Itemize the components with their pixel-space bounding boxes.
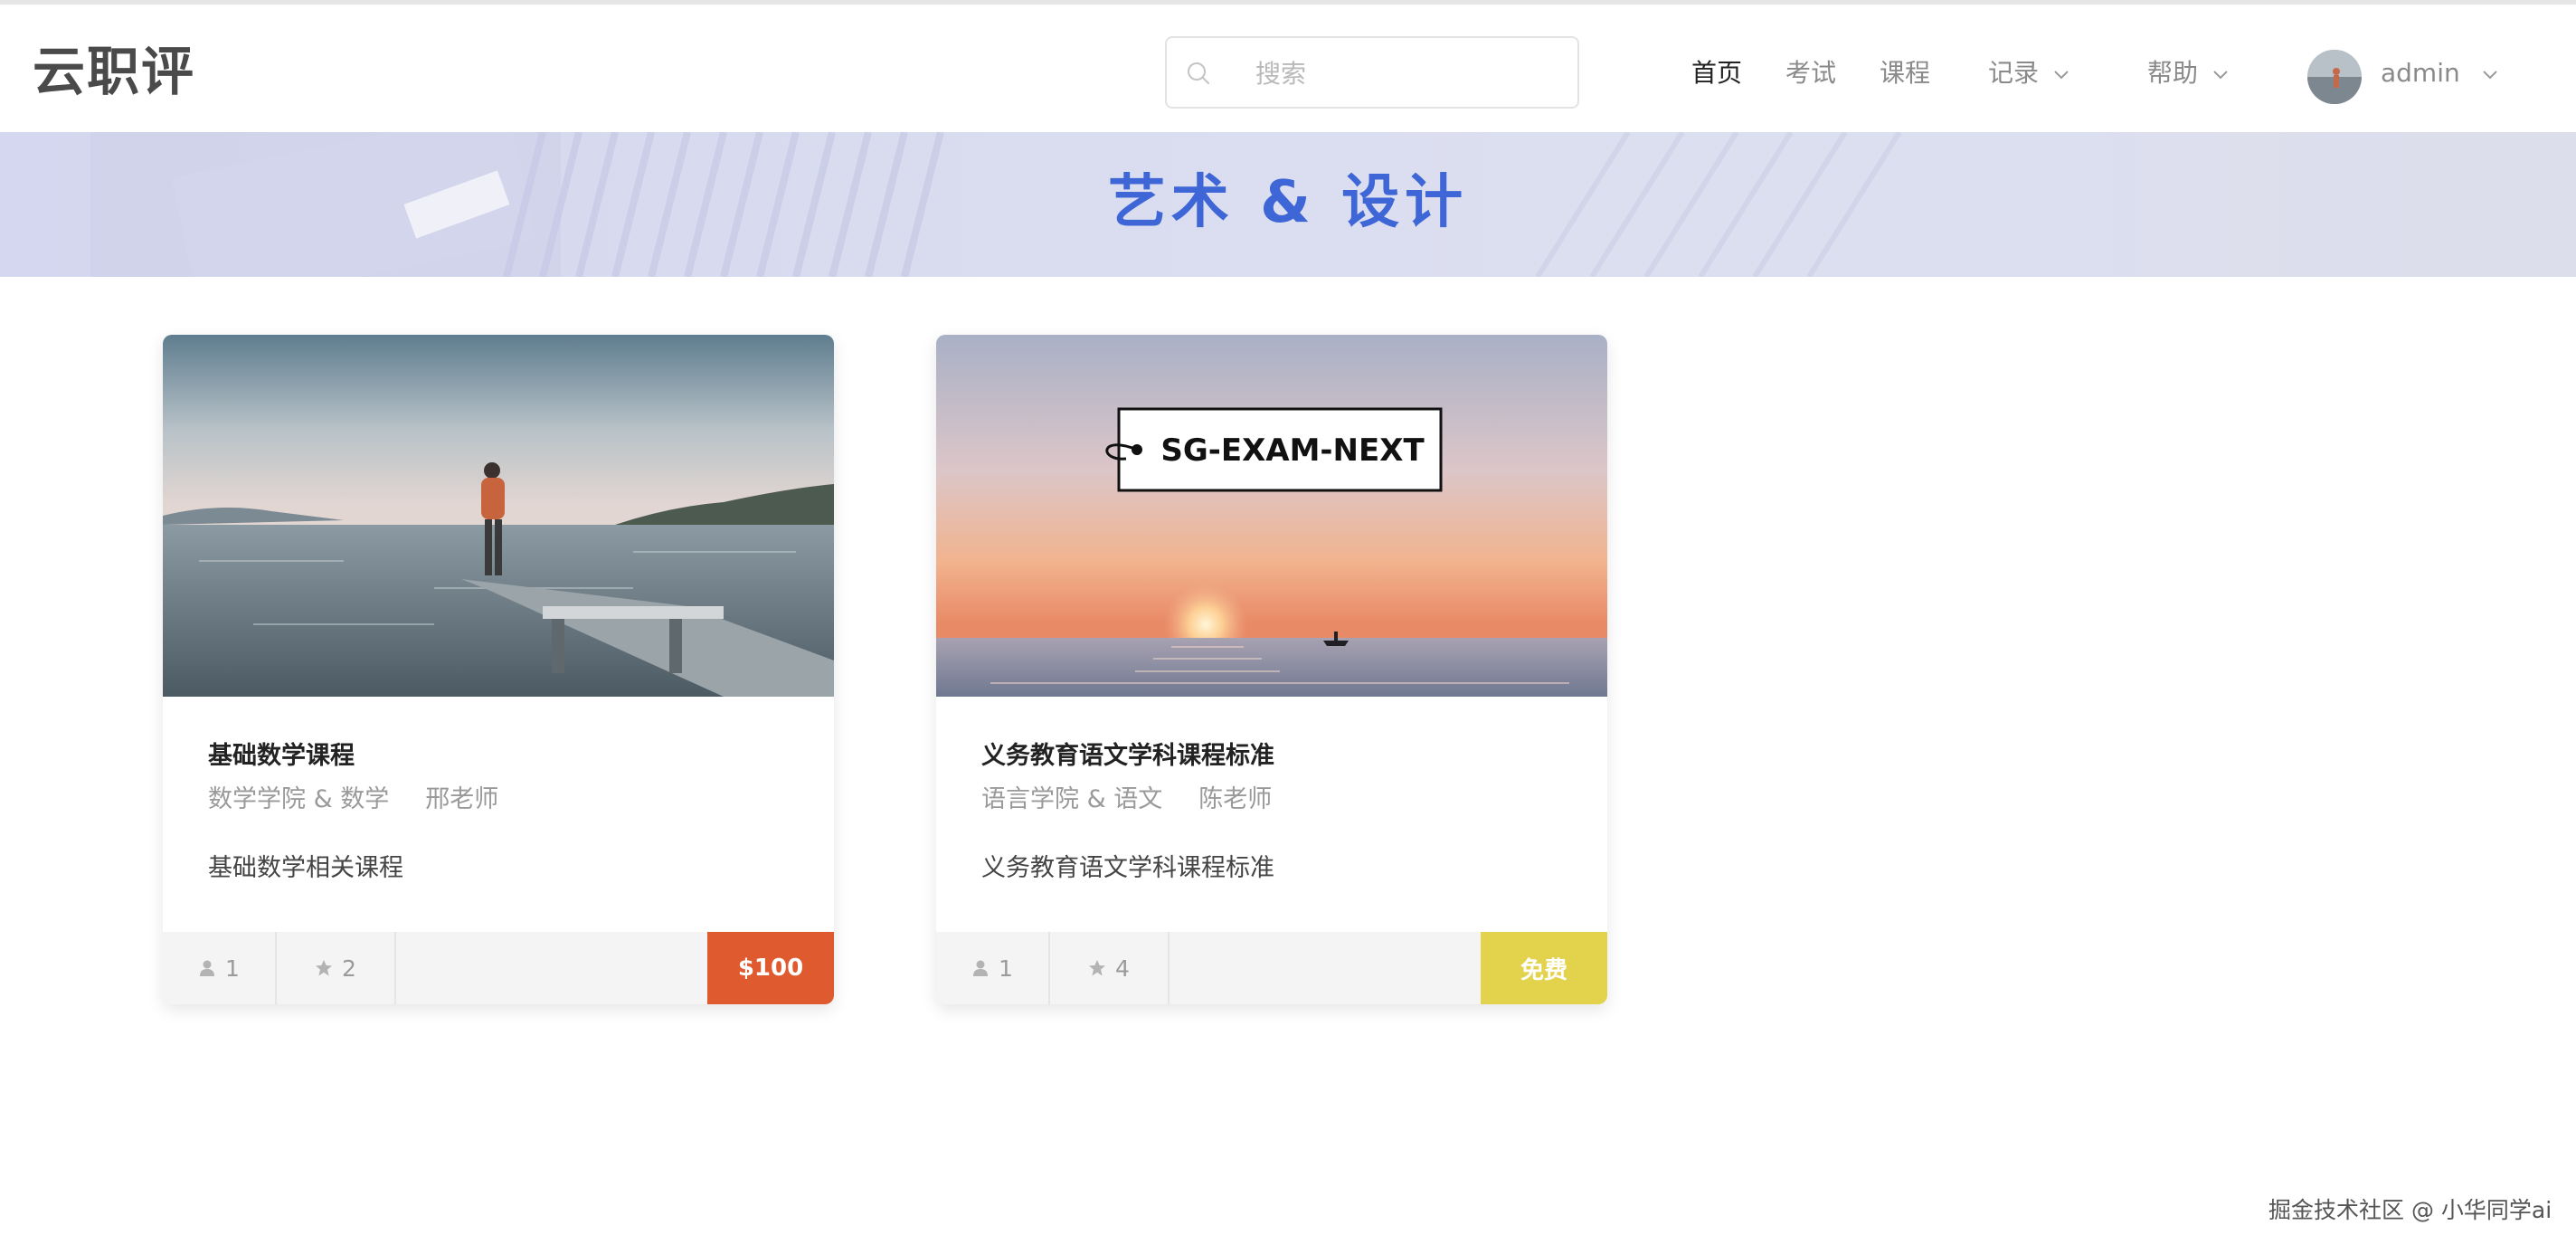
banner-title: 艺术 & 设计 [1107, 169, 1469, 236]
user-icon [200, 960, 215, 976]
course-description: 义务教育语文学科课程标准 [981, 854, 1274, 882]
course-card-footer: 1 2 $100 [163, 932, 834, 1004]
avatar[interactable] [2307, 50, 2362, 104]
nav-records[interactable]: 记录 [1988, 55, 2071, 91]
price-badge[interactable]: 免费 [1481, 932, 1607, 1004]
nav-course[interactable]: 课程 [1880, 55, 1930, 91]
course-card-footer: 1 4 免费 [936, 932, 1607, 1004]
course-description: 基础数学相关课程 [208, 854, 403, 882]
search-input[interactable] [1254, 51, 1565, 96]
student-count-value: 1 [225, 955, 240, 982]
course-cover-image [163, 335, 834, 697]
user-menu[interactable]: admin [2381, 55, 2500, 91]
star-count-value: 4 [1115, 955, 1130, 982]
course-title[interactable]: 基础数学课程 [208, 738, 355, 774]
star-icon [316, 960, 333, 976]
course-department: 语言学院 & 语文 [981, 785, 1163, 813]
nav-home[interactable]: 首页 [1691, 55, 1742, 91]
search-box[interactable] [1165, 36, 1579, 109]
student-count-value: 1 [999, 955, 1013, 982]
user-icon [973, 960, 989, 976]
course-teacher: 邢老师 [425, 785, 499, 813]
course-card[interactable]: SG-EXAM-NEXT 义务教育语文学科课程标准 语言学院 & 语文 陈老师 义… [936, 335, 1607, 1004]
student-count: 1 [936, 932, 1050, 1004]
course-cover-text: SG-EXAM-NEXT [1160, 432, 1425, 469]
user-name: admin [2381, 58, 2460, 88]
student-count: 1 [163, 932, 277, 1004]
course-meta: 数学学院 & 数学 邢老师 [208, 782, 498, 818]
star-count-value: 2 [342, 955, 356, 982]
header: 云职评 首页 考试 课程 记录 帮助 admin [0, 5, 2576, 132]
watermark: 掘金技术社区 @ 小华同学ai [2268, 1197, 2552, 1223]
price-badge[interactable]: $100 [707, 932, 834, 1004]
chevron-down-icon [2213, 71, 2228, 80]
app-logo[interactable]: 云职评 [33, 39, 195, 104]
star-icon [1089, 960, 1106, 976]
nav-help[interactable]: 帮助 [2147, 55, 2230, 91]
nav-records-label: 记录 [1988, 58, 2040, 88]
course-card[interactable]: 基础数学课程 数学学院 & 数学 邢老师 基础数学相关课程 1 2 $100 [163, 335, 834, 1004]
course-cover-image: SG-EXAM-NEXT [936, 335, 1607, 697]
category-banner: 艺术 & 设计 [0, 132, 2576, 277]
course-department: 数学学院 & 数学 [208, 785, 390, 813]
chevron-down-icon [2054, 71, 2069, 80]
star-count: 4 [1050, 932, 1170, 1004]
nav-help-label: 帮助 [2147, 58, 2199, 88]
course-meta: 语言学院 & 语文 陈老师 [981, 782, 1272, 818]
nav-exam[interactable]: 考试 [1785, 55, 1836, 91]
search-icon [1188, 62, 1209, 84]
course-title[interactable]: 义务教育语文学科课程标准 [981, 738, 1274, 774]
avatar-image [2307, 50, 2362, 104]
course-teacher: 陈老师 [1198, 785, 1273, 813]
chevron-down-icon [2483, 71, 2497, 80]
star-count: 2 [277, 932, 396, 1004]
